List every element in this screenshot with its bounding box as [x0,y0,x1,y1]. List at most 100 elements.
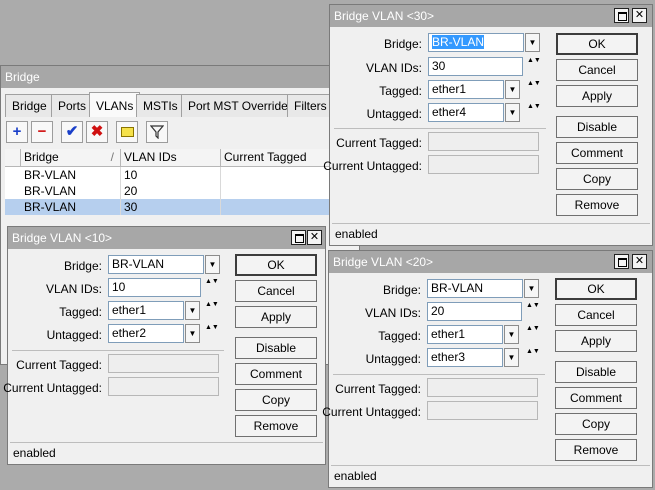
bridge-dropdown[interactable]: ▼ [525,33,540,52]
untagged-updown[interactable]: ▲▼ [527,103,541,122]
tab-bridge[interactable]: Bridge [5,94,54,117]
comment-button[interactable]: Comment [555,387,637,409]
enable-button[interactable]: ✔ [61,121,83,143]
tagged-dropdown[interactable]: ▼ [185,301,200,320]
column-header-vlan-ids[interactable]: VLAN IDs [121,149,221,167]
disable-button[interactable]: Disable [556,116,638,138]
untagged-select[interactable]: ether4 [428,103,504,122]
disable-icon: ✖ [90,123,104,140]
tagged-dropdown[interactable]: ▼ [504,325,519,344]
ok-button[interactable]: OK [555,278,637,300]
vlan-ids-input[interactable]: 10 [108,278,201,297]
remove-button[interactable]: Remove [235,415,317,437]
bridge-dropdown[interactable]: ▼ [205,255,220,274]
updown-arrows-icon: ▲▼ [205,324,219,331]
bridge-label: Bridge: [63,259,102,273]
untagged-select[interactable]: ether3 [427,348,503,367]
chevron-down-icon: ▼ [188,306,197,315]
dialog-title: Bridge VLAN <10> [12,231,113,245]
vlan-ids-updown[interactable]: ▲▼ [526,302,540,321]
updown-arrows-icon: ▲▼ [526,302,540,309]
ok-button[interactable]: OK [556,33,638,55]
comment-button[interactable]: Comment [235,363,317,385]
maximize-button[interactable] [614,8,629,23]
tab-filters[interactable]: Filters [287,94,334,117]
untagged-dropdown[interactable]: ▼ [185,324,200,343]
chevron-down-icon: ▼ [508,85,517,94]
current-untagged-field [427,401,538,420]
disable-button[interactable]: Disable [235,337,317,359]
tagged-select[interactable]: ether1 [427,325,503,344]
chevron-down-icon: ▼ [188,329,197,338]
current-tagged-label: Current Tagged: [16,358,102,372]
vlan-ids-updown[interactable]: ▲▼ [527,57,541,76]
tagged-dropdown[interactable]: ▼ [505,80,520,99]
bridge-window-titlebar[interactable]: Bridge [1,66,359,88]
copy-button[interactable]: Copy [556,168,638,190]
tagged-select[interactable]: ether1 [108,301,184,320]
copy-button[interactable]: Copy [235,389,317,411]
cancel-button[interactable]: Cancel [235,280,317,302]
copy-button[interactable]: Copy [555,413,637,435]
tab-mstis[interactable]: MSTIs [136,94,185,117]
tab-port-mst-overrides[interactable]: Port MST Overrides [181,94,301,117]
tab-vlans[interactable]: VLANs [89,92,141,117]
remove-button[interactable]: Remove [556,194,638,216]
untagged-select[interactable]: ether2 [108,324,184,343]
bridge-select[interactable]: BR-VLAN [428,33,524,52]
comment-button[interactable] [116,121,138,143]
cancel-button[interactable]: Cancel [555,304,637,326]
untagged-updown[interactable]: ▲▼ [526,348,540,367]
chevron-down-icon: ▼ [507,330,516,339]
dialog-titlebar[interactable]: Bridge VLAN <20> ✕ [329,251,652,273]
untagged-dropdown[interactable]: ▼ [504,348,519,367]
bridge-select[interactable]: BR-VLAN [427,279,523,298]
vlan-ids-label: VLAN IDs: [365,61,422,75]
apply-button[interactable]: Apply [555,330,637,352]
close-button[interactable]: ✕ [632,254,647,269]
chevron-down-icon: ▼ [508,108,517,117]
remove-button[interactable]: − [31,121,53,143]
add-button[interactable]: + [6,121,28,143]
dialog-titlebar[interactable]: Bridge VLAN <30> ✕ [330,5,652,27]
table-row[interactable]: BR-VLAN 10 [5,167,357,183]
ok-button[interactable]: OK [235,254,317,276]
tab-ports[interactable]: Ports [51,94,94,117]
column-header-bridge[interactable]: Bridge / [21,149,121,167]
current-tagged-field [427,378,538,397]
current-untagged-field [108,377,219,396]
close-button[interactable]: ✕ [632,8,647,23]
bridge-dropdown[interactable]: ▼ [524,279,539,298]
untagged-label: Untagged: [46,328,102,342]
disable-button[interactable]: Disable [555,361,637,383]
cancel-button[interactable]: Cancel [556,59,638,81]
bridge-select[interactable]: BR-VLAN [108,255,204,274]
table-row[interactable]: BR-VLAN 20 [5,183,357,199]
apply-button[interactable]: Apply [235,306,317,328]
maximize-button[interactable] [614,254,629,269]
disable-button[interactable]: ✖ [86,121,108,143]
cell-vlan-ids: 20 [121,183,221,199]
table-row[interactable]: BR-VLAN 30 [5,199,357,215]
vlan-ids-updown[interactable]: ▲▼ [205,278,219,297]
updown-arrows-icon: ▲▼ [526,348,540,355]
vlan-ids-input[interactable]: 20 [427,302,522,321]
current-untagged-label: Current Untagged: [322,405,421,419]
chevron-down-icon: ▼ [527,284,536,293]
tagged-select[interactable]: ether1 [428,80,504,99]
divider [334,128,546,129]
close-button[interactable]: ✕ [307,230,322,245]
cell-vlan-ids: 10 [121,167,221,183]
vlan-ids-input[interactable]: 30 [428,57,523,76]
comment-button[interactable]: Comment [556,142,638,164]
tagged-updown[interactable]: ▲▼ [205,301,219,320]
filter-button[interactable] [146,121,168,143]
untagged-updown[interactable]: ▲▼ [205,324,219,343]
untagged-dropdown[interactable]: ▼ [505,103,520,122]
dialog-titlebar[interactable]: Bridge VLAN <10> ✕ [8,227,325,249]
tagged-updown[interactable]: ▲▼ [526,325,540,344]
remove-button[interactable]: Remove [555,439,637,461]
maximize-button[interactable] [291,230,306,245]
apply-button[interactable]: Apply [556,85,638,107]
tagged-updown[interactable]: ▲▼ [527,80,541,99]
